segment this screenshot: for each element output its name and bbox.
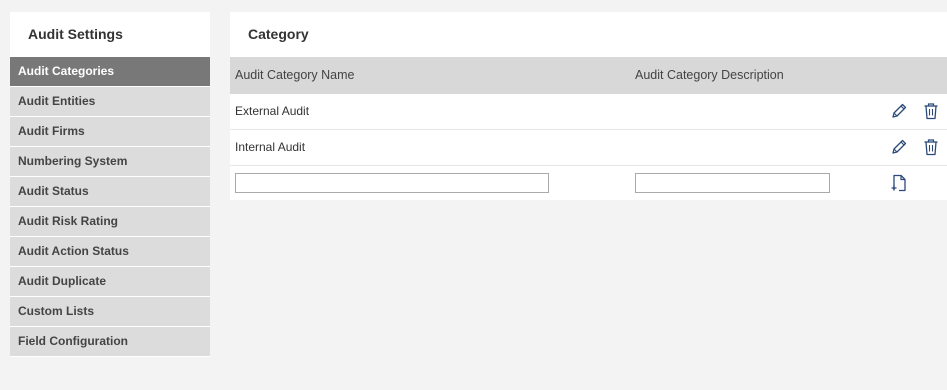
new-category-name-input[interactable] [235,173,549,193]
new-category-row [230,166,947,200]
trash-icon [924,139,938,156]
new-category-description-input[interactable] [635,173,830,193]
table-row: Internal Audit [230,130,947,166]
sidebar-item-audit-entities[interactable]: Audit Entities [10,87,210,117]
delete-button[interactable] [922,102,940,120]
sidebar-item-audit-risk-rating[interactable]: Audit Risk Rating [10,207,210,237]
panel-title: Category [248,26,309,42]
pencil-icon [892,139,907,154]
sidebar-item-field-configuration[interactable]: Field Configuration [10,327,210,357]
sidebar-item-audit-duplicate[interactable]: Audit Duplicate [10,267,210,297]
trash-icon [924,103,938,120]
settings-sidebar: Audit Settings Audit Categories Audit En… [10,12,210,357]
add-file-icon [891,174,906,192]
column-header-description: Audit Category Description [635,68,784,82]
sidebar-item-audit-firms[interactable]: Audit Firms [10,117,210,147]
sidebar-item-custom-lists[interactable]: Custom Lists [10,297,210,327]
add-category-button[interactable] [890,174,908,192]
column-header-name: Audit Category Name [235,68,355,82]
category-name-cell: Internal Audit [235,140,306,154]
sidebar-item-audit-categories[interactable]: Audit Categories [10,57,210,87]
edit-button[interactable] [890,138,908,156]
sidebar-item-numbering-system[interactable]: Numbering System [10,147,210,177]
category-panel: Category Audit Category Name Audit Categ… [230,12,947,200]
category-name-cell: External Audit [235,104,310,118]
pencil-icon [892,103,907,118]
delete-button[interactable] [922,138,940,156]
table-header: Audit Category Name Audit Category Descr… [230,57,947,94]
sidebar-item-audit-action-status[interactable]: Audit Action Status [10,237,210,267]
table-row: External Audit [230,94,947,130]
sidebar-title: Audit Settings [10,12,210,57]
edit-button[interactable] [890,102,908,120]
category-table: Audit Category Name Audit Category Descr… [230,57,947,200]
sidebar-menu: Audit Categories Audit Entities Audit Fi… [10,57,210,357]
sidebar-item-audit-status[interactable]: Audit Status [10,177,210,207]
